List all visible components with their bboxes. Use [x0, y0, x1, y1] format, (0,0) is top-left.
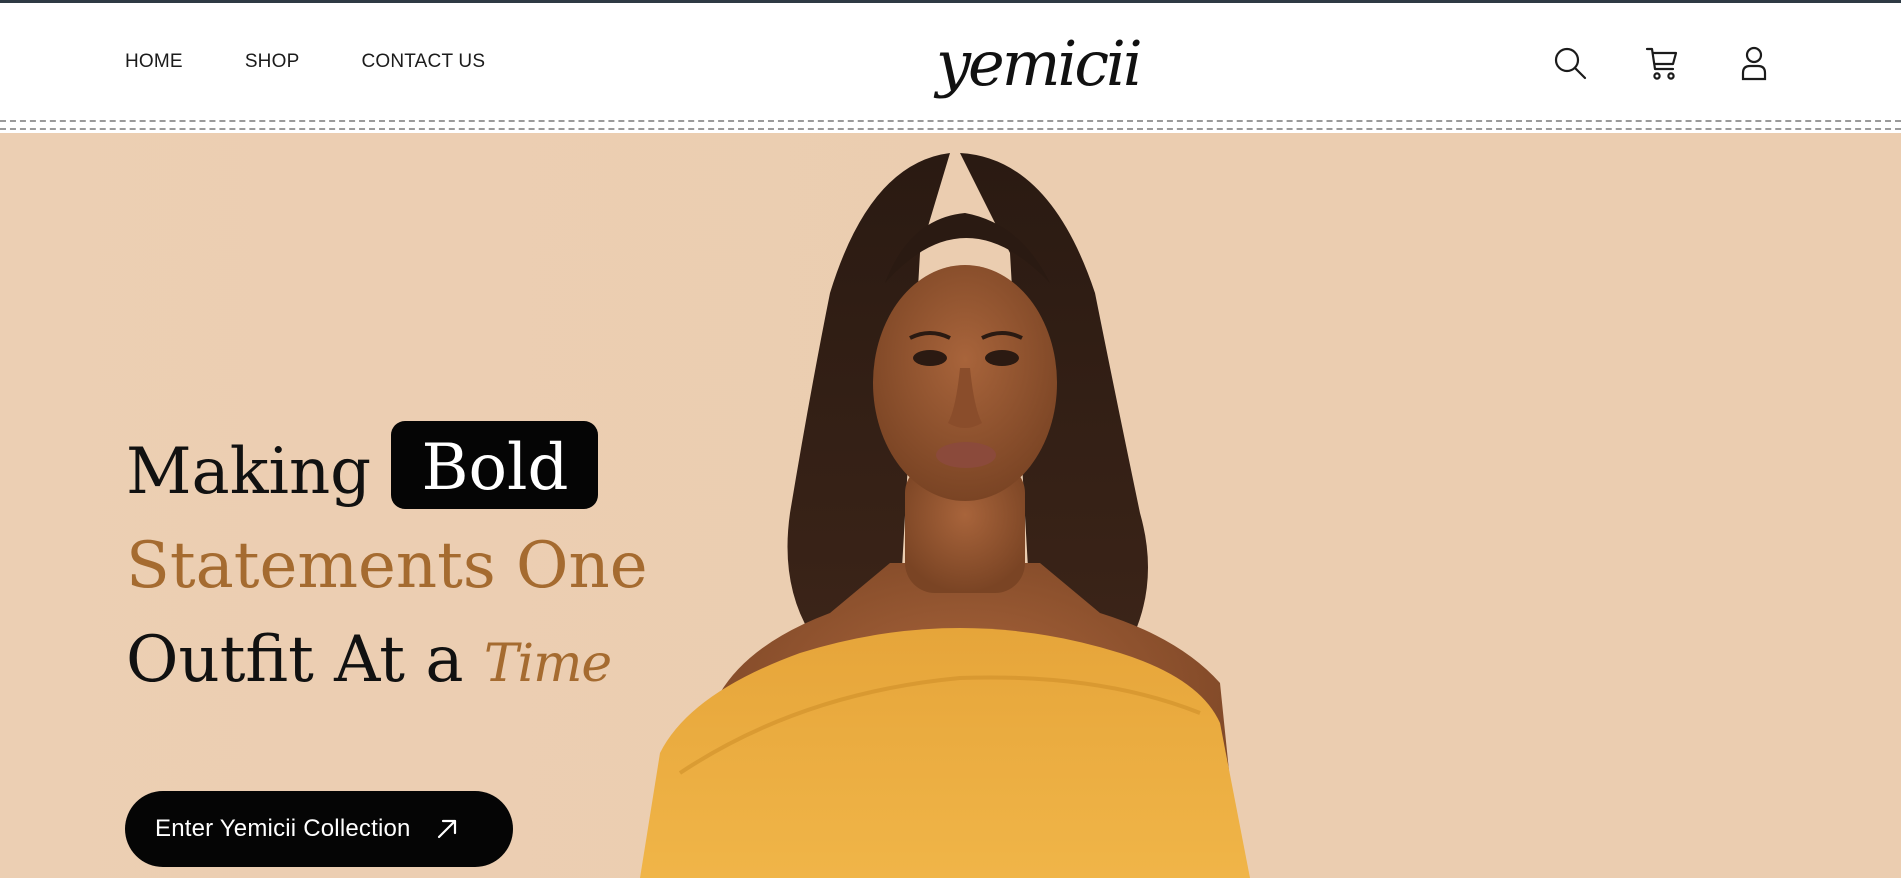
nav-contact-link[interactable]: CONTACT US [361, 51, 485, 73]
headline-line-3: Outfit At a Time [126, 613, 648, 711]
brand-logo-text: yemicii [936, 27, 1143, 100]
headline-line-2: Statements One [126, 529, 648, 603]
hero-section: Making Bold Statements One Outfit At a T… [0, 133, 1901, 878]
site-header: HOME SHOP CONTACT US yemicii [0, 0, 1901, 130]
user-icon[interactable] [1737, 45, 1771, 81]
enter-collection-label: Enter Yemicii Collection [155, 815, 411, 842]
headline-bold-chip: Bold [391, 421, 599, 509]
enter-collection-button[interactable]: Enter Yemicii Collection [125, 791, 513, 867]
header-divider-bottom [0, 128, 1901, 130]
headline-word-making: Making [126, 435, 372, 509]
header-divider-top [0, 120, 1901, 122]
brand-logo[interactable]: yemicii [936, 25, 1143, 107]
search-icon[interactable] [1553, 45, 1587, 81]
main-nav: HOME SHOP CONTACT US [125, 51, 485, 73]
nav-shop-link[interactable]: SHOP [245, 51, 300, 73]
page: HOME SHOP CONTACT US yemicii Making Bold… [0, 0, 1901, 878]
nav-home-link[interactable]: HOME [125, 51, 183, 73]
headline-line-1: Making Bold [126, 421, 648, 519]
hero-headline: Making Bold Statements One Outfit At a T… [126, 421, 648, 711]
cart-icon[interactable] [1645, 45, 1679, 81]
hero-model-image [640, 153, 1250, 878]
arrow-up-right-icon [435, 817, 459, 841]
headline-script-word: Time [483, 634, 612, 694]
headline-outfit-text: Outfit At a [126, 623, 464, 697]
header-actions [1553, 45, 1771, 81]
